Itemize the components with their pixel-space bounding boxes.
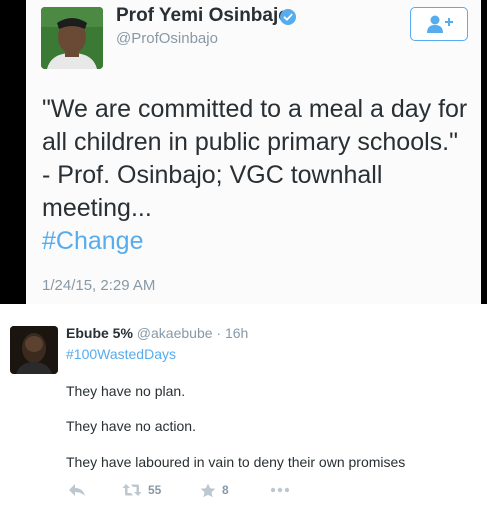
favorite-button[interactable]: 8 (200, 481, 229, 499)
tweet-text-line: - Prof. Osinbajo; VGC townhall (42, 161, 383, 189)
avatar[interactable] (10, 326, 58, 374)
retweet-button[interactable]: 55 (122, 481, 161, 499)
tweet-text-line: They have laboured in vain to deny their… (66, 454, 406, 470)
hashtag-link[interactable]: #Change (42, 225, 472, 258)
screenshot-right-border (481, 0, 487, 304)
reply-button[interactable] (68, 481, 86, 499)
separator-dot: · (216, 325, 222, 341)
user-handle[interactable]: @akaebube (137, 325, 213, 341)
avatar[interactable] (41, 7, 103, 69)
tweet-text: "We are committed to a meal a day for al… (42, 93, 472, 258)
tweet: Ebube 5% @akaebube · 16h #100WastedDays … (0, 304, 487, 511)
screenshot-left-border (0, 0, 26, 304)
tweet-text-line: "We are committed to a meal a day for (42, 95, 468, 123)
user-display-name[interactable]: Prof Yemi Osinbajo (116, 5, 290, 27)
tweet-timestamp[interactable]: 16h (225, 325, 248, 341)
follow-button[interactable] (410, 7, 468, 41)
tweet-actions: 55 8 (0, 481, 487, 501)
user-display-name[interactable]: Ebube 5% (66, 325, 133, 341)
more-button[interactable] (270, 481, 290, 499)
tweet-text-line: They have no action. (66, 418, 196, 434)
user-handle[interactable]: @ProfOsinbajo (116, 30, 218, 47)
favorite-star-icon (200, 483, 216, 497)
tweet-header: Ebube 5% @akaebube · 16h (66, 325, 248, 341)
favorite-count: 8 (222, 483, 229, 497)
more-icon (270, 487, 290, 493)
retweet-count: 55 (148, 483, 162, 497)
verified-badge-icon (280, 9, 296, 25)
tweet-text-line: meeting... (42, 194, 152, 222)
tweet-timestamp[interactable]: 1/24/15, 2:29 AM (42, 277, 155, 294)
tweet-text-line: all children in public primary schools." (42, 128, 458, 156)
embedded-tweet-screenshot: Prof Yemi Osinbajo @ProfOsinbajo "We are… (0, 0, 487, 304)
retweet-icon (122, 484, 142, 496)
reply-icon (69, 484, 85, 496)
tweet-text-line: They have no plan. (66, 383, 186, 399)
hashtag-link[interactable]: #100WastedDays (66, 346, 176, 362)
follow-user-icon (427, 15, 453, 33)
